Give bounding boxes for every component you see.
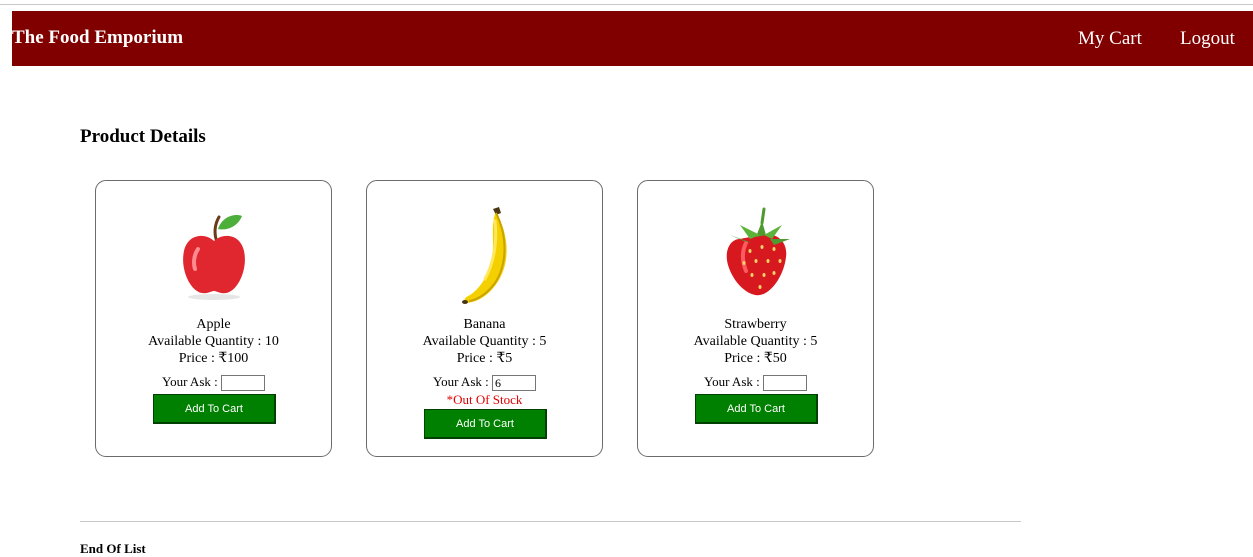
apple-icon bbox=[182, 215, 245, 300]
brand-title[interactable]: The Food Emporium bbox=[12, 27, 183, 49]
ask-input-apple[interactable] bbox=[221, 375, 265, 392]
ask-row: Your Ask : bbox=[367, 373, 602, 392]
product-price: Price : ₹100 bbox=[178, 351, 249, 366]
product-info: Strawberry Available Quantity : 5 Price … bbox=[638, 316, 873, 367]
product-card-strawberry: Strawberry Available Quantity : 5 Price … bbox=[637, 180, 874, 457]
product-name: Banana bbox=[463, 317, 506, 332]
out-of-stock-message: *Out Of Stock bbox=[446, 392, 523, 407]
product-info: Banana Available Quantity : 5 Price : ₹5 bbox=[367, 316, 602, 367]
list-divider bbox=[80, 521, 1021, 522]
product-card-banana: Banana Available Quantity : 5 Price : ₹5… bbox=[366, 180, 603, 457]
ask-label: Your Ask : bbox=[432, 374, 489, 389]
product-price: Price : ₹50 bbox=[724, 351, 787, 366]
logout-link[interactable]: Logout bbox=[1180, 28, 1235, 50]
product-quantity: Available Quantity : 5 bbox=[693, 334, 818, 349]
my-cart-link[interactable]: My Cart bbox=[1078, 28, 1142, 50]
ask-label: Your Ask : bbox=[703, 374, 760, 389]
product-image-banana bbox=[367, 199, 602, 311]
ask-row: Your Ask : bbox=[638, 373, 873, 392]
product-name: Apple bbox=[196, 317, 231, 332]
product-quantity: Available Quantity : 10 bbox=[148, 334, 279, 349]
strawberry-icon bbox=[726, 207, 790, 296]
page-title: Product Details bbox=[80, 126, 206, 147]
banana-icon bbox=[461, 207, 507, 304]
product-quantity: Available Quantity : 5 bbox=[422, 334, 547, 349]
product-name: Strawberry bbox=[724, 317, 787, 332]
add-to-cart-button-apple[interactable]: Add To Cart bbox=[153, 394, 276, 424]
ask-input-strawberry[interactable] bbox=[763, 375, 807, 392]
end-of-list-label: End Of List bbox=[80, 541, 146, 556]
add-to-cart-button-strawberry[interactable]: Add To Cart bbox=[695, 394, 818, 424]
product-image-strawberry bbox=[638, 199, 873, 311]
product-card-apple: Apple Available Quantity : 10 Price : ₹1… bbox=[95, 180, 332, 457]
ask-label: Your Ask : bbox=[161, 374, 218, 389]
top-border-line bbox=[0, 4, 1253, 5]
header-bar: The Food Emporium My Cart Logout bbox=[12, 11, 1253, 66]
ask-input-banana[interactable] bbox=[492, 375, 536, 392]
ask-row: Your Ask : bbox=[96, 373, 331, 392]
add-to-cart-button-banana[interactable]: Add To Cart bbox=[424, 409, 547, 439]
product-info: Apple Available Quantity : 10 Price : ₹1… bbox=[96, 316, 331, 367]
product-image-apple bbox=[96, 199, 331, 311]
product-price: Price : ₹5 bbox=[456, 351, 513, 366]
